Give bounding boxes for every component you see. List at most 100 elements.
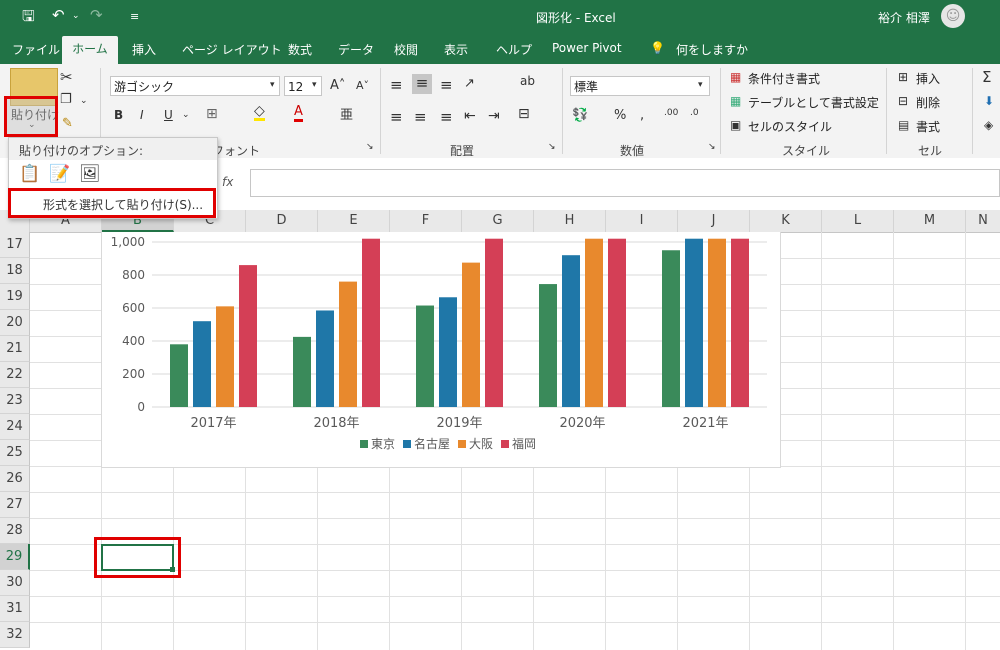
increase-decimal-icon[interactable]: .00 [664, 108, 678, 118]
number-format-select[interactable]: 標準 [570, 76, 710, 96]
decrease-indent-icon[interactable]: ⇤ [464, 108, 476, 124]
row-header[interactable]: 20 [0, 310, 30, 336]
bottom-align-icon[interactable]: ≡ [440, 76, 453, 94]
top-align-icon[interactable]: ≡ [390, 76, 403, 94]
currency-icon[interactable]: 💱 [572, 108, 588, 123]
font-name-select[interactable]: 游ゴシック [110, 76, 280, 96]
row-header[interactable]: 19 [0, 284, 30, 310]
tab-file[interactable]: ファイル [12, 41, 60, 58]
font-dialog-launcher-icon[interactable]: ↘ [366, 142, 374, 152]
fill-icon[interactable]: ⬇ [984, 94, 994, 108]
number-format-dropdown-icon[interactable]: ▾ [698, 80, 703, 90]
tab-help[interactable]: ヘルプ [496, 41, 532, 58]
cut-icon[interactable]: ✂ [60, 68, 73, 86]
merge-center-icon[interactable]: ⊟ [518, 106, 530, 122]
align-center-icon[interactable]: ≡ [414, 108, 427, 126]
save-icon[interactable]: 🖫 [22, 6, 35, 31]
row-header[interactable]: 28 [0, 518, 30, 544]
column-header[interactable]: E [318, 210, 390, 232]
row-header[interactable]: 32 [0, 622, 30, 648]
row-header[interactable]: 26 [0, 466, 30, 492]
row-header[interactable]: 21 [0, 336, 30, 362]
tab-view[interactable]: 表示 [444, 41, 468, 58]
row-header[interactable]: 27 [0, 492, 30, 518]
avatar[interactable]: ☺ [941, 4, 965, 28]
chart[interactable]: 0 200 400 600 800 1,000 2017年 2018年 2019年 2020年 20… [101, 232, 781, 468]
font-size-dropdown-icon[interactable]: ▾ [312, 80, 317, 90]
undo-dropdown-icon[interactable]: ⌄ [72, 11, 80, 21]
format-painter-icon[interactable]: ✎ [62, 116, 73, 131]
redo-icon[interactable]: ↷ [90, 6, 103, 24]
autosum-icon[interactable]: Σ [982, 68, 991, 86]
tab-power-pivot[interactable]: Power Pivot [552, 41, 622, 55]
delete-button[interactable]: 削除 [916, 94, 940, 111]
tab-page-layout[interactable]: ページ レイアウト [182, 41, 282, 58]
separator [380, 68, 381, 154]
tab-insert[interactable]: 挿入 [132, 41, 156, 58]
row-header[interactable]: 30 [0, 570, 30, 596]
fill-color-icon[interactable]: ◇ [254, 104, 265, 121]
copy-dropdown-icon[interactable]: ⌄ [80, 96, 88, 106]
row-header[interactable]: 23 [0, 388, 30, 414]
row-header[interactable]: 31 [0, 596, 30, 622]
customize-qat-icon[interactable]: ≡ [130, 10, 139, 23]
underline-icon[interactable]: U [164, 108, 173, 122]
align-left-icon[interactable]: ≡ [390, 108, 403, 126]
row-header[interactable]: 25 [0, 440, 30, 466]
conditional-format-button[interactable]: 条件付き書式 [748, 70, 820, 87]
tab-formulas[interactable]: 数式 [288, 41, 312, 58]
orientation-icon[interactable]: ↗ [464, 76, 475, 91]
font-name-dropdown-icon[interactable]: ▾ [270, 80, 275, 90]
font-color-icon[interactable]: A [294, 104, 303, 122]
decrease-font-icon[interactable]: A˅ [356, 79, 369, 92]
increase-indent-icon[interactable]: ⇥ [488, 108, 500, 124]
row-header[interactable]: 22 [0, 362, 30, 388]
percent-icon[interactable]: % [614, 108, 626, 123]
legend-swatch [501, 440, 509, 448]
column-header[interactable]: G [462, 210, 534, 232]
tab-data[interactable]: データ [338, 41, 374, 58]
formula-bar[interactable] [250, 169, 1000, 197]
column-header[interactable]: I [606, 210, 678, 232]
column-header[interactable]: F [390, 210, 462, 232]
comma-style-icon[interactable]: , [640, 108, 644, 123]
underline-dropdown-icon[interactable]: ⌄ [182, 110, 190, 120]
bold-icon[interactable]: B [114, 108, 123, 122]
wrap-text-icon[interactable]: ab [520, 74, 535, 88]
row-header[interactable]: 29 [0, 544, 30, 570]
middle-align-icon[interactable]: ≡ [412, 74, 432, 94]
borders-icon[interactable]: ⊞ [206, 106, 218, 122]
align-right-icon[interactable]: ≡ [440, 108, 453, 126]
tell-me-search[interactable]: 何をしますか [676, 41, 748, 58]
clear-icon[interactable]: ◈ [984, 118, 993, 132]
paste-picture-icon[interactable]: 🖼 [79, 164, 101, 184]
column-header[interactable]: K [750, 210, 822, 232]
undo-icon[interactable]: ↶ [52, 6, 65, 24]
decrease-decimal-icon[interactable]: .0 [690, 108, 699, 118]
bar [193, 321, 211, 407]
cell-styles-button[interactable]: セルのスタイル [748, 118, 832, 135]
column-header[interactable]: H [534, 210, 606, 232]
column-header[interactable]: D [246, 210, 318, 232]
tab-home[interactable]: ホーム [62, 36, 118, 64]
column-header[interactable]: M [894, 210, 966, 232]
alignment-dialog-launcher-icon[interactable]: ↘ [548, 142, 556, 152]
row-header[interactable]: 24 [0, 414, 30, 440]
insert-button[interactable]: 挿入 [916, 70, 940, 87]
format-button[interactable]: 書式 [916, 118, 940, 135]
row-header[interactable]: 18 [0, 258, 30, 284]
paste-formulas-icon[interactable]: 📝 [49, 164, 70, 184]
column-header[interactable]: J [678, 210, 750, 232]
number-dialog-launcher-icon[interactable]: ↘ [708, 142, 716, 152]
column-header[interactable]: N [966, 210, 1000, 232]
column-header[interactable]: L [822, 210, 894, 232]
fx-icon[interactable]: fx [222, 175, 233, 189]
copy-icon[interactable]: ❐ [60, 92, 72, 107]
italic-icon[interactable]: I [140, 108, 144, 122]
format-as-table-button[interactable]: テーブルとして書式設定 [748, 94, 879, 111]
tab-review[interactable]: 校閲 [394, 41, 418, 58]
increase-font-icon[interactable]: A˄ [330, 78, 345, 93]
row-header[interactable]: 17 [0, 232, 30, 258]
paste-icon[interactable]: 📋 [19, 164, 40, 184]
phonetic-icon[interactable]: 亜 [340, 104, 353, 123]
